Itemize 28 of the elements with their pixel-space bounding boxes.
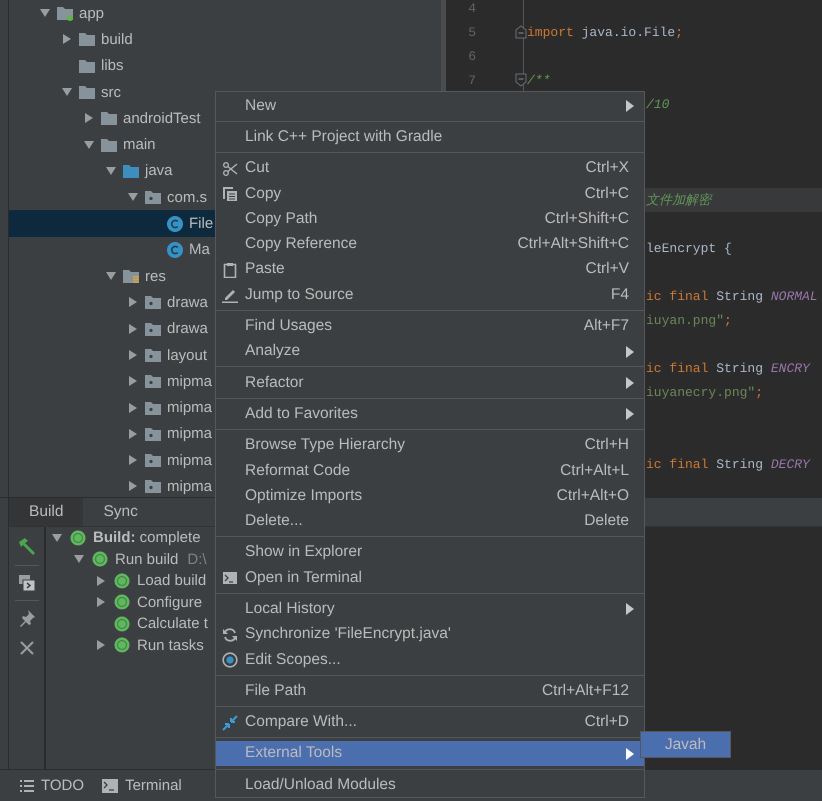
shortcut-label: Ctrl+C bbox=[584, 184, 629, 203]
code-line: ic final String NORMAL bbox=[646, 288, 818, 304]
code-line: /** bbox=[527, 72, 550, 88]
shortcut-label: Ctrl+Alt+Shift+C bbox=[517, 235, 629, 254]
line-number: 4 bbox=[468, 0, 476, 16]
code-line: /10 bbox=[646, 96, 670, 112]
code-line: import java.io.File; bbox=[527, 24, 684, 40]
shortcut-label: Ctrl+Shift+C bbox=[544, 210, 629, 228]
code-line: ic final String ENCRY bbox=[646, 360, 810, 376]
code-line: iuyanecry.png"; bbox=[646, 384, 764, 400]
shortcut-label: Ctrl+V bbox=[586, 260, 629, 278]
shortcut-label: Ctrl+X bbox=[586, 159, 629, 178]
shortcut-label: F4 bbox=[610, 286, 629, 304]
shortcut-label: Ctrl+D bbox=[584, 713, 629, 732]
code-line: iuyan.png"; bbox=[646, 312, 732, 328]
line-number: 6 bbox=[468, 48, 476, 64]
shortcut-label: Delete bbox=[584, 512, 629, 530]
shortcut-label: Ctrl+Alt+F12 bbox=[542, 682, 629, 700]
shortcut-label: Alt+F7 bbox=[584, 317, 629, 336]
code-line: ic final String DECRY bbox=[646, 456, 810, 472]
code-line: 文件加解密 bbox=[646, 192, 711, 209]
line-number: 5 bbox=[468, 24, 476, 40]
code-line: leEncrypt { bbox=[646, 240, 732, 256]
line-number: 7 bbox=[468, 72, 476, 88]
shortcut-label: Ctrl+H bbox=[584, 436, 629, 454]
build-path: D:\ bbox=[187, 550, 207, 568]
shortcut-label: Ctrl+Alt+O bbox=[556, 486, 629, 505]
shortcut-label: Ctrl+Alt+L bbox=[560, 462, 629, 480]
